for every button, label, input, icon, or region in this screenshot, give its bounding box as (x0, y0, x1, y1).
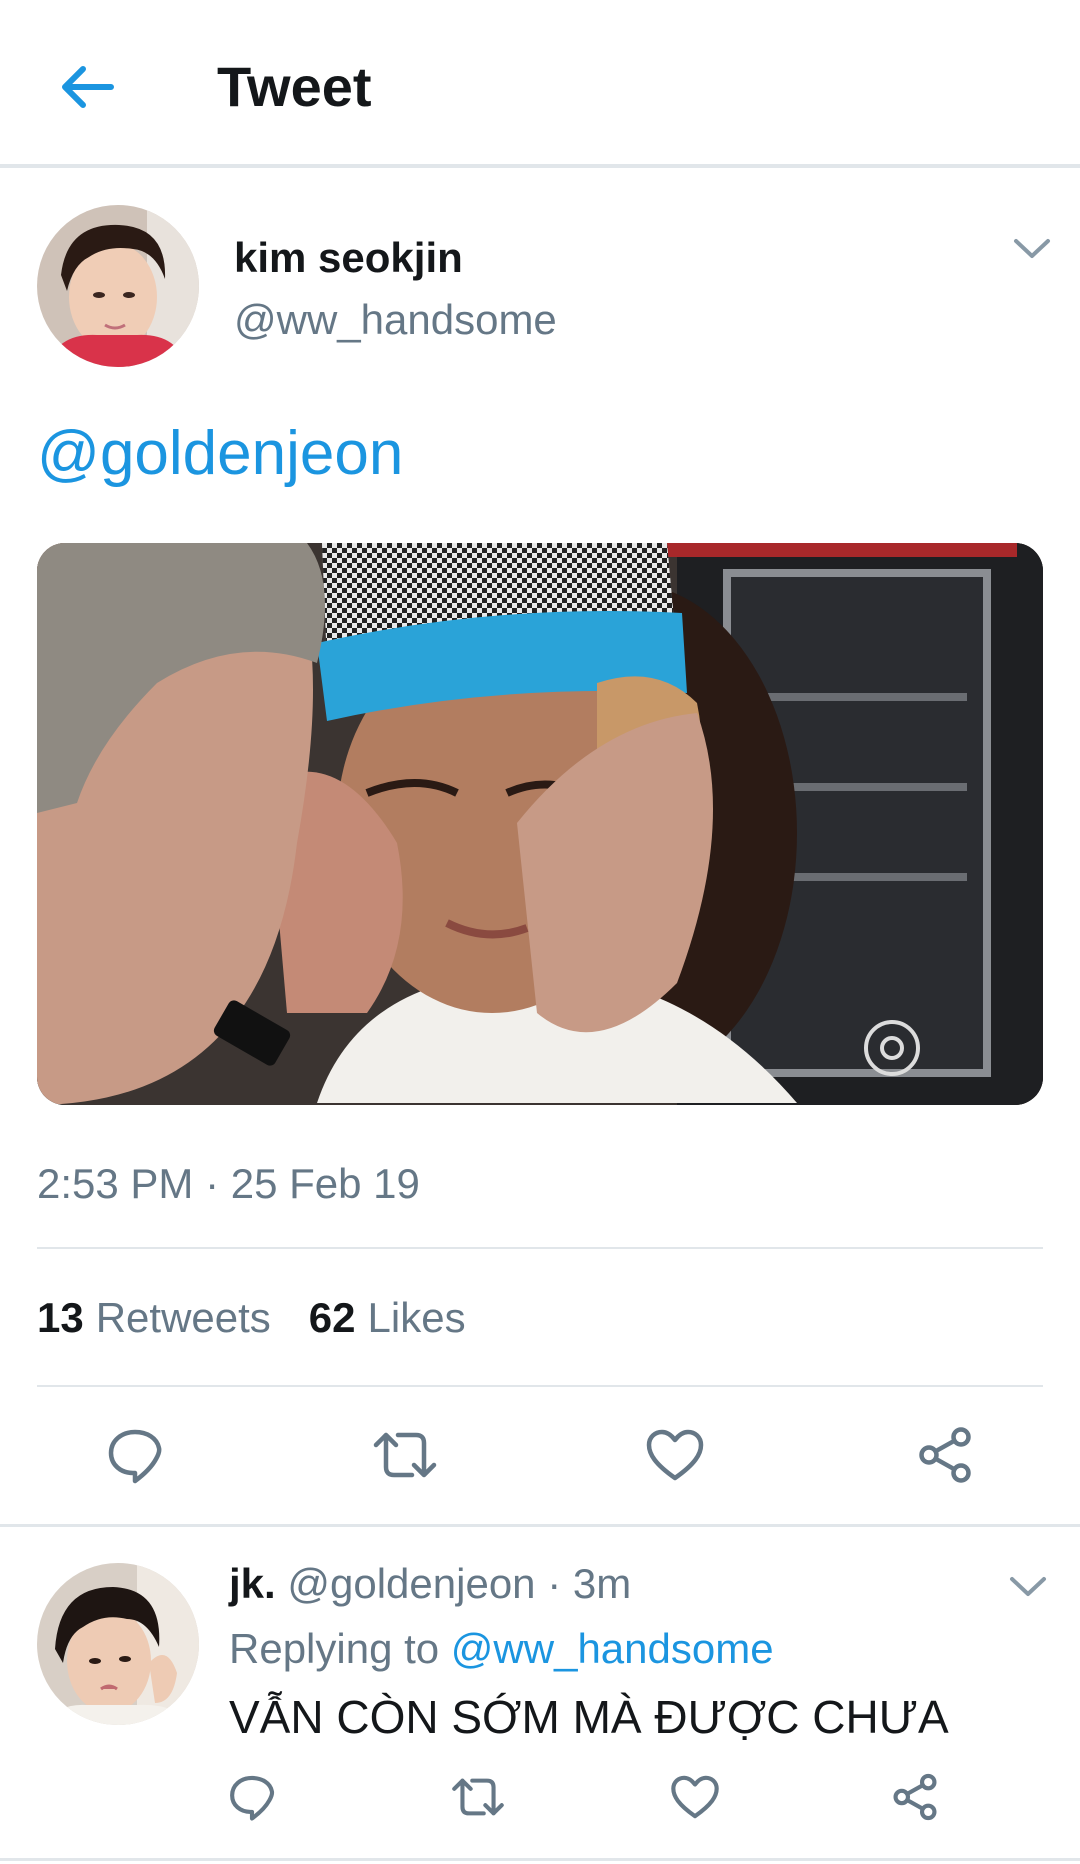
chevron-down-icon[interactable] (1008, 1574, 1048, 1600)
likes-label: Likes (367, 1294, 466, 1341)
reply-button[interactable] (100, 1425, 170, 1485)
tweet-timestamp: 2:53 PM · 25 Feb 19 (37, 1160, 420, 1207)
top-bar: Tweet (0, 0, 1080, 168)
reply-time: 3m (572, 1560, 632, 1607)
author-avatar[interactable] (37, 205, 199, 367)
reply-author-name[interactable]: jk. (229, 1560, 276, 1607)
reply-retweet-button[interactable] (448, 1770, 508, 1824)
like-button[interactable] (640, 1425, 710, 1485)
share-button[interactable] (910, 1425, 980, 1485)
tweet-text-mention[interactable]: @goldenjeon (37, 418, 403, 489)
retweets-label: Retweets (95, 1294, 271, 1341)
author-handle[interactable]: @ww_handsome (234, 296, 557, 344)
tweet-photo[interactable] (37, 543, 1043, 1105)
reply-dot-separator: · (535, 1560, 573, 1607)
reply-author-handle[interactable]: @goldenjeon (287, 1560, 535, 1607)
page-title: Tweet (217, 55, 372, 118)
reply-icon (230, 1775, 275, 1821)
back-button[interactable] (52, 52, 122, 122)
author-name[interactable]: kim seokjin (234, 234, 463, 282)
share-icon (893, 1773, 937, 1821)
reply-like-button[interactable] (665, 1770, 725, 1824)
likes-count: 62 (308, 1294, 356, 1341)
reply-reply-button[interactable] (222, 1770, 282, 1824)
replying-to-prefix: Replying to (229, 1625, 440, 1672)
retweet-icon (373, 1432, 437, 1478)
replying-to: Replying to @ww_handsome (229, 1625, 774, 1673)
share-icon (919, 1427, 971, 1483)
reply-text: VẪN CÒN SỚM MÀ ĐƯỢC CHƯA (229, 1691, 949, 1743)
reply-header: jk. @goldenjeon · 3m (229, 1560, 631, 1608)
divider (37, 1247, 1043, 1249)
bottom-separator (0, 1858, 1080, 1861)
likes-stat[interactable]: 62 Likes (309, 1294, 466, 1342)
retweets-stat[interactable]: 13 Retweets (37, 1294, 271, 1342)
reply-share-button[interactable] (885, 1770, 945, 1824)
divider (37, 1385, 1043, 1387)
chevron-down-icon[interactable] (1012, 236, 1052, 262)
like-icon (671, 1775, 719, 1819)
arrow-left-icon (62, 66, 114, 108)
reply-author-avatar[interactable] (37, 1563, 199, 1725)
retweet-button[interactable] (370, 1425, 440, 1485)
retweets-count: 13 (37, 1294, 84, 1341)
section-separator (0, 1524, 1080, 1527)
replying-to-handle[interactable]: @ww_handsome (451, 1625, 774, 1672)
retweet-icon (452, 1778, 504, 1816)
reply-icon (108, 1429, 162, 1484)
tweet-stats: 13 Retweets 62 Likes (37, 1294, 466, 1342)
like-icon (646, 1429, 704, 1481)
